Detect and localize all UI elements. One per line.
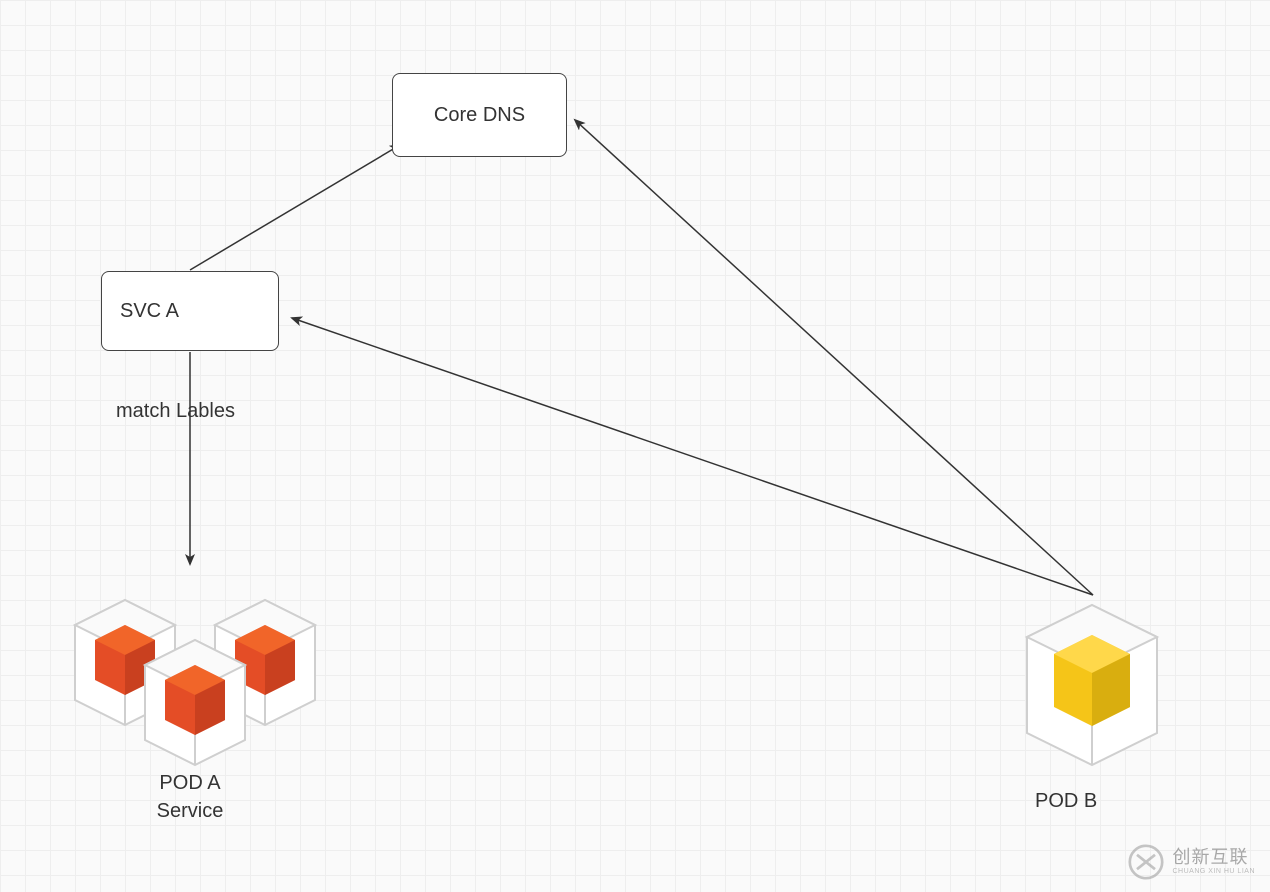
svc-a-label: SVC A — [120, 300, 179, 323]
core-dns-node: Core DNS — [392, 73, 567, 157]
pod-a-label-line2: Service — [130, 797, 250, 825]
watermark-en: CHUANG XIN HU LIAN — [1172, 868, 1255, 876]
pod-a-label-line1: POD A — [130, 769, 250, 797]
watermark: 创新互联 CHUANG XIN HU LIAN — [1128, 844, 1255, 880]
match-labels-label: match Lables — [116, 400, 235, 423]
pod-b-label: POD B — [1035, 790, 1097, 813]
pod-a-label: POD A Service — [130, 769, 250, 825]
svc-a-node: SVC A — [101, 271, 279, 351]
watermark-logo-icon — [1128, 844, 1164, 880]
core-dns-label: Core DNS — [434, 104, 525, 127]
pod-b-cube — [1002, 585, 1182, 790]
pod-a-cubes — [60, 560, 340, 785]
pod-a-cube-3 — [145, 640, 245, 765]
watermark-cn: 创新互联 — [1172, 848, 1255, 868]
watermark-text: 创新互联 CHUANG XIN HU LIAN — [1172, 848, 1255, 875]
